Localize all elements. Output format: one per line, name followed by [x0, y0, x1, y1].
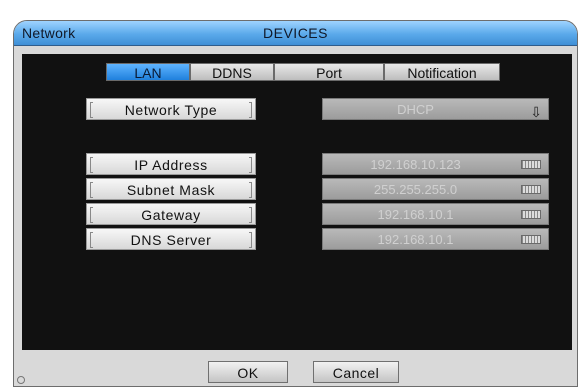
subnet-mask-label: Subnet Mask [86, 178, 256, 200]
cancel-button[interactable]: Cancel [313, 361, 399, 383]
keyboard-icon[interactable] [521, 210, 541, 219]
network-dialog: Network DEVICES LAN DDNS Port Notificati… [13, 20, 578, 387]
ip-address-label: IP Address [86, 153, 256, 175]
tab-port[interactable]: Port [274, 63, 384, 81]
tab-notification[interactable]: Notification [384, 63, 500, 81]
dns-server-label: DNS Server [86, 228, 256, 250]
settings-panel: LAN DDNS Port Notification Network Type … [22, 54, 572, 350]
tab-bar: LAN DDNS Port Notification [106, 63, 500, 81]
title-bar: Network DEVICES [14, 21, 577, 46]
network-type-select[interactable]: DHCP ⇩ [322, 98, 549, 120]
keyboard-icon[interactable] [521, 235, 541, 244]
subnet-mask-field[interactable]: 255.255.255.0 [322, 178, 549, 200]
gateway-value: 192.168.10.1 [377, 207, 454, 222]
ip-address-field[interactable]: 192.168.10.123 [322, 153, 549, 175]
ok-button[interactable]: OK [208, 361, 288, 383]
gateway-label: Gateway [86, 203, 256, 225]
tab-lan[interactable]: LAN [106, 63, 190, 81]
resize-corner-icon [17, 376, 25, 384]
subnet-mask-value: 255.255.255.0 [373, 182, 458, 197]
gateway-field[interactable]: 192.168.10.1 [322, 203, 549, 225]
keyboard-icon[interactable] [521, 185, 541, 194]
dns-server-field[interactable]: 192.168.10.1 [322, 228, 549, 250]
keyboard-icon[interactable] [521, 160, 541, 169]
dropdown-arrow-icon: ⇩ [530, 104, 542, 120]
dns-server-value: 192.168.10.1 [377, 232, 454, 247]
section-title: DEVICES [263, 25, 328, 41]
network-type-value: DHCP [397, 102, 434, 117]
ip-address-value: 192.168.10.123 [370, 157, 461, 172]
tab-ddns[interactable]: DDNS [190, 63, 274, 81]
network-type-label: Network Type [86, 98, 256, 120]
